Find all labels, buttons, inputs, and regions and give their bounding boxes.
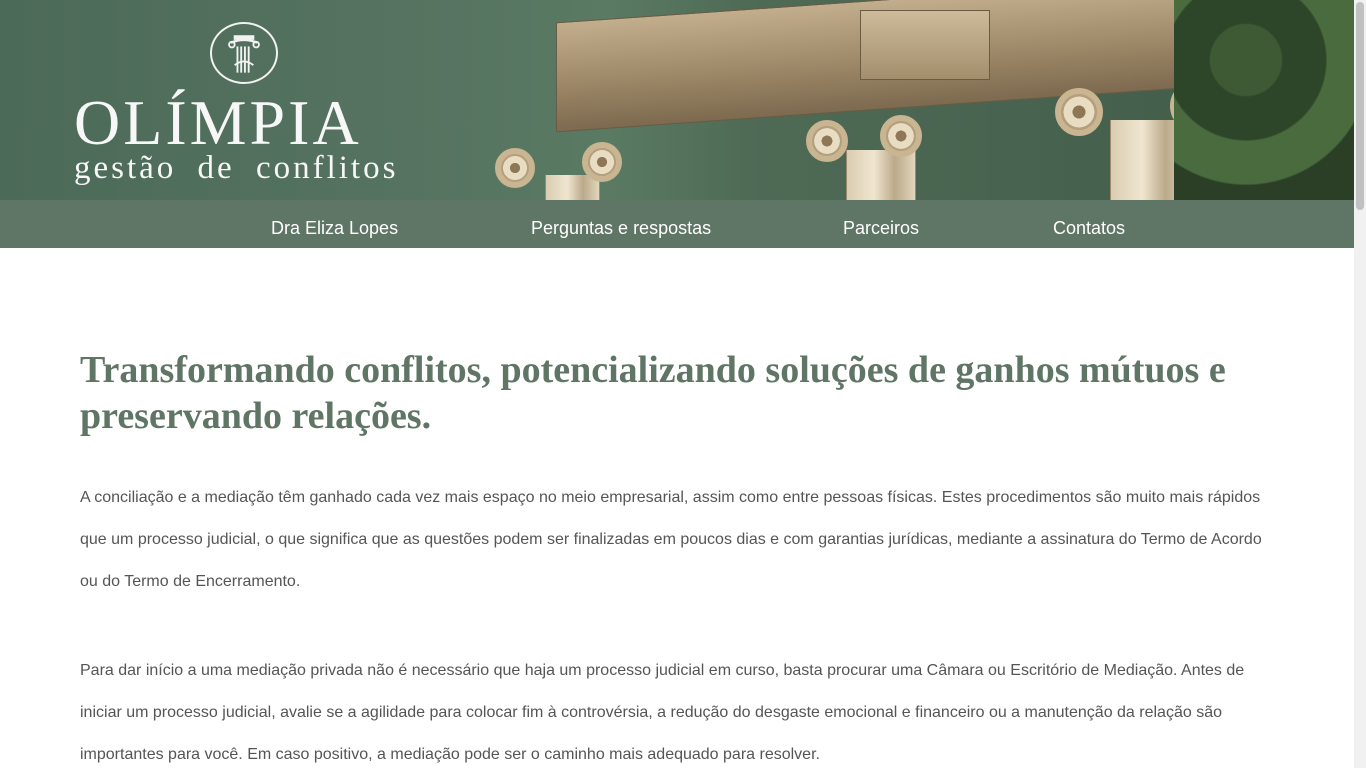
scrollbar-thumb[interactable] xyxy=(1356,2,1364,210)
ruins-column xyxy=(846,150,916,200)
nav-item-contatos[interactable]: Contatos xyxy=(1053,200,1125,248)
intro-paragraph: A conciliação e a mediação têm ganhado c… xyxy=(80,489,1262,590)
main-nav: Dra Eliza Lopes Perguntas e respostas Pa… xyxy=(0,200,1354,248)
page-headline: Transformando conflitos, potencializando… xyxy=(80,349,1226,437)
ruins-volute xyxy=(1055,88,1103,136)
ruins-block xyxy=(860,10,990,80)
logo-subtitle: gestão de conflitos xyxy=(74,150,399,186)
nav-item-dra-eliza-lopes[interactable]: Dra Eliza Lopes xyxy=(271,200,398,248)
page-scrollbar[interactable] xyxy=(1354,0,1366,768)
ruins-volute xyxy=(582,142,622,182)
nav-item-parceiros[interactable]: Parceiros xyxy=(843,200,919,248)
ruins-volute xyxy=(495,148,535,188)
nav-item-perguntas-e-respostas[interactable]: Perguntas e respostas xyxy=(531,200,711,248)
ruins-volute xyxy=(880,115,922,157)
foliage-background xyxy=(1174,0,1354,200)
column-capital-icon xyxy=(210,22,278,84)
mediation-paragraph: Para dar início a uma mediação privada n… xyxy=(80,662,1245,763)
header-banner: OLÍMPIA gestão de conflitos xyxy=(0,0,1354,200)
ruins-volute xyxy=(806,120,848,162)
